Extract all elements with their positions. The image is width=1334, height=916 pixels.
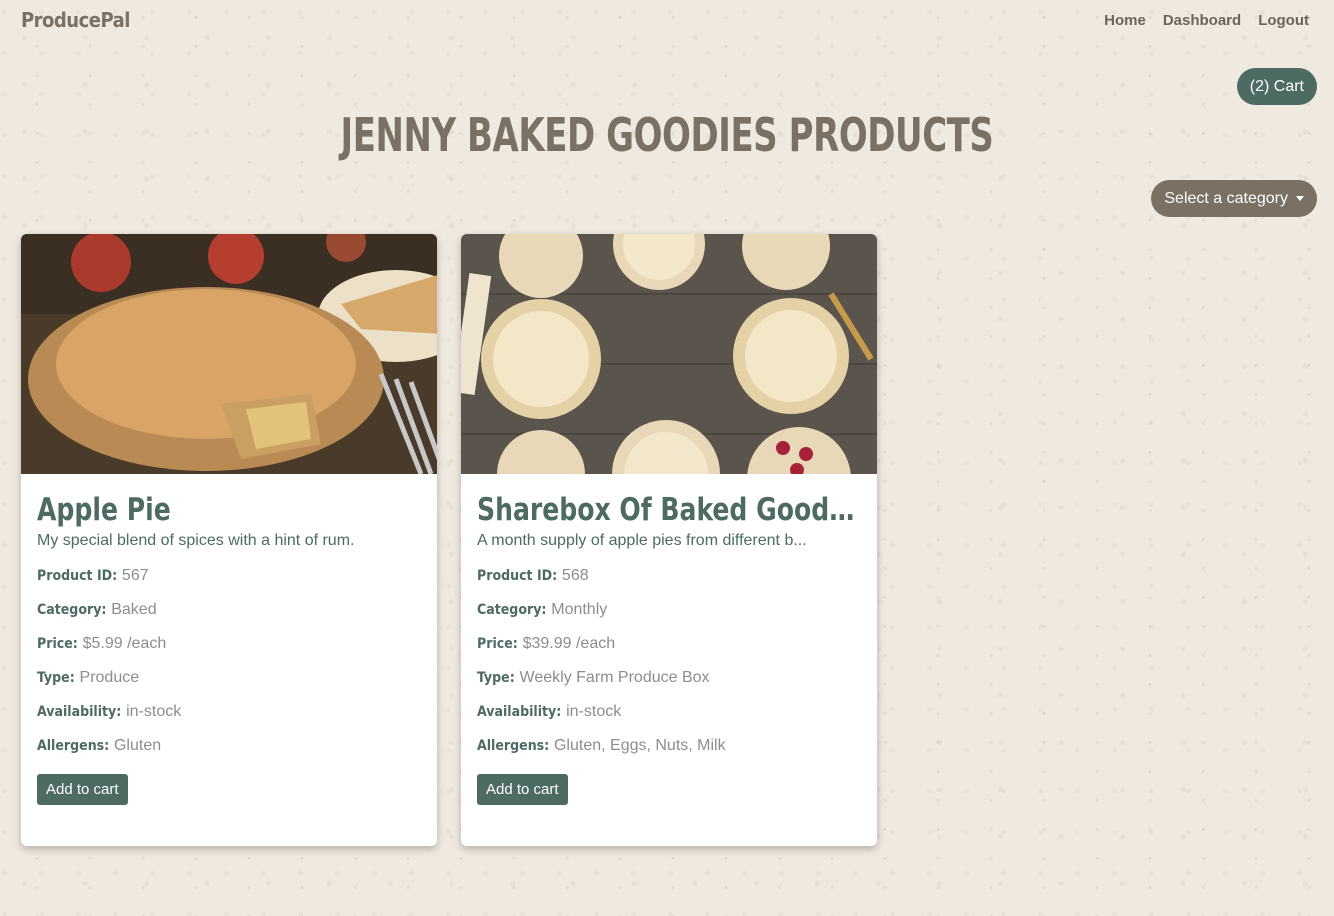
category-select-label: Select a category [1164,189,1288,207]
type-label: Type: [477,670,515,686]
availability-row: Availability: in-stock [37,702,421,724]
allergens-label: Allergens: [37,738,110,754]
category-label: Category: [37,602,107,618]
add-to-cart-button[interactable]: Add to cart [37,774,128,805]
price-label: Price: [477,636,518,652]
allergens-label: Allergens: [477,738,550,754]
product-title[interactable]: Sharebox Of Baked Goods F... [477,490,860,530]
type-value: Produce [79,669,140,686]
allergens-value: Gluten, Eggs, Nuts, Milk [553,737,726,754]
price-value: $39.99 /each [522,635,616,652]
product-card: Sharebox Of Baked Goods F... A month sup… [461,234,877,846]
category-row: Category: Baked [37,600,421,622]
type-row: Type: Produce [37,668,421,690]
nav-logout[interactable]: Logout [1258,12,1309,29]
nav-home[interactable]: Home [1104,12,1146,29]
product-id-label: Product ID: [477,568,558,584]
product-title[interactable]: Apple Pie [37,490,420,530]
availability-value: in-stock [126,703,182,720]
type-value: Weekly Farm Produce Box [519,669,710,686]
category-select-button[interactable]: Select a category [1151,180,1317,217]
price-label: Price: [37,636,78,652]
product-id-value: 567 [121,567,149,584]
availability-label: Availability: [477,704,562,720]
chevron-down-icon [1296,196,1304,201]
category-value: Monthly [551,601,608,618]
category-value: Baked [111,601,157,618]
cart-button[interactable]: (2) Cart [1236,68,1317,105]
price-row: Price: $39.99 /each [477,634,861,656]
brand-logo[interactable]: ProducePal [21,8,130,32]
price-row: Price: $5.99 /each [37,634,421,656]
add-to-cart-button[interactable]: Add to cart [477,774,568,805]
type-label: Type: [37,670,75,686]
nav-dashboard[interactable]: Dashboard [1163,12,1241,29]
product-id-row: Product ID: 567 [37,566,421,588]
type-row: Type: Weekly Farm Produce Box [477,668,861,690]
product-card: Apple Pie My special blend of spices wit… [21,234,437,846]
page-title: JENNY BAKED GOODIES PRODUCTS [340,108,994,162]
product-description: A month supply of apple pies from differ… [477,532,807,549]
product-id-value: 568 [561,567,589,584]
category-label: Category: [477,602,547,618]
product-id-label: Product ID: [37,568,118,584]
availability-row: Availability: in-stock [477,702,861,724]
price-value: $5.99 /each [82,635,167,652]
allergens-row: Allergens: Gluten [37,736,421,758]
apple-pie-image [21,234,437,474]
product-id-row: Product ID: 568 [477,566,861,588]
top-nav: Home Dashboard Logout [1104,12,1309,29]
allergens-row: Allergens: Gluten, Eggs, Nuts, Milk [477,736,861,758]
availability-value: in-stock [566,703,622,720]
product-description: My special blend of spices with a hint o… [37,532,355,549]
allergens-value: Gluten [113,737,162,754]
category-row: Category: Monthly [477,600,861,622]
availability-label: Availability: [37,704,122,720]
pie-crusts-image [461,234,877,474]
